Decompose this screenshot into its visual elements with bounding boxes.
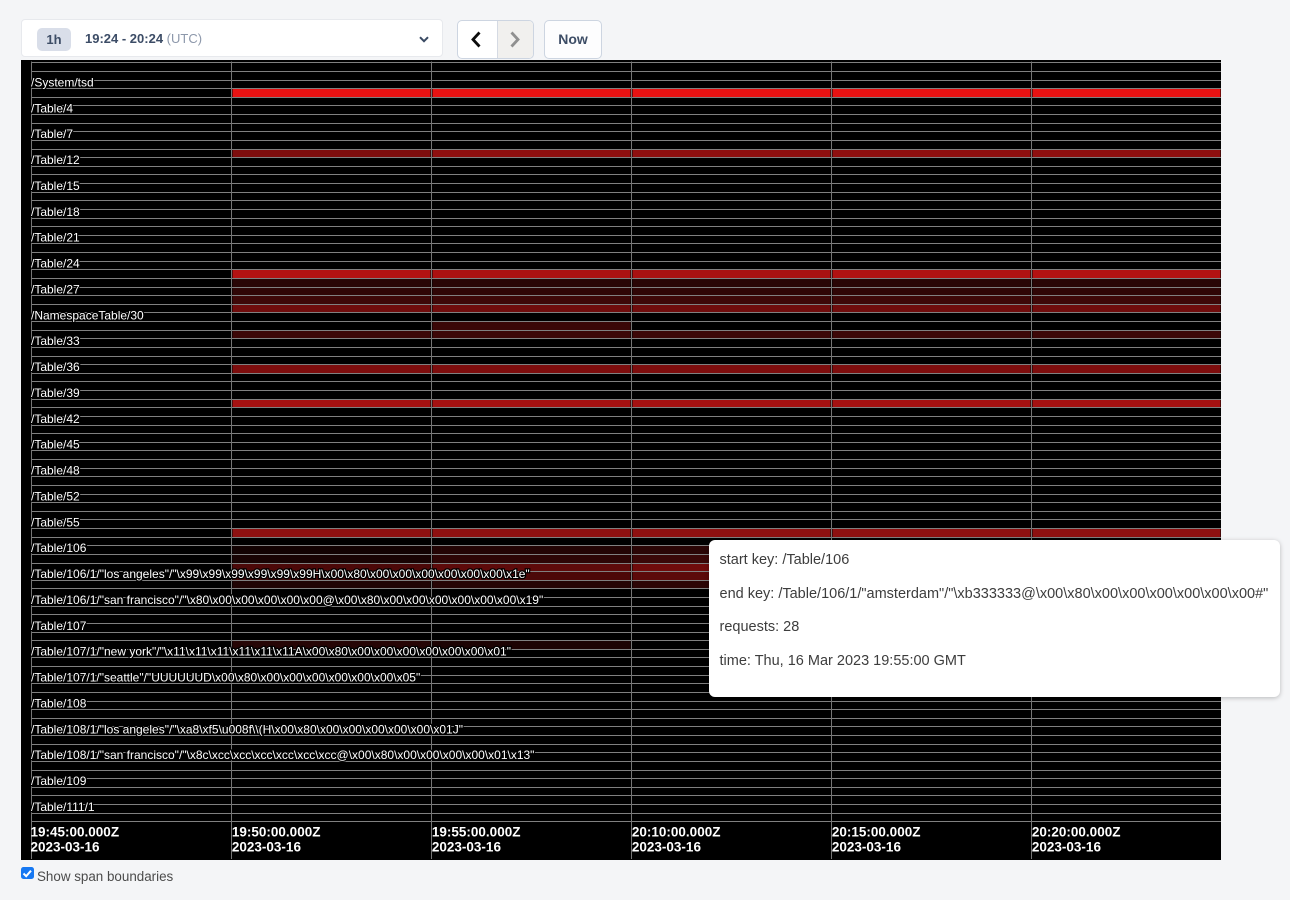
svg-text:2023-03-16: 2023-03-16	[1032, 839, 1102, 854]
svg-text:20:20:00.000Z: 20:20:00.000Z	[1032, 824, 1121, 839]
svg-text:/Table/18: /Table/18	[31, 205, 80, 219]
svg-text:/Table/45: /Table/45	[31, 438, 80, 452]
svg-text:19:55:00.000Z: 19:55:00.000Z	[432, 824, 521, 839]
svg-text:/Table/42: /Table/42	[31, 412, 80, 426]
svg-text:2023-03-16: 2023-03-16	[832, 839, 902, 854]
svg-text:/Table/39: /Table/39	[31, 386, 80, 400]
svg-text:/Table/109: /Table/109	[31, 774, 87, 788]
svg-text:/Table/108/1/"los angeles"/"\x: /Table/108/1/"los angeles"/"\xa8\xf5\u00…	[31, 722, 463, 736]
svg-text:/NamespaceTable/30: /NamespaceTable/30	[31, 308, 144, 322]
svg-text:/Table/48: /Table/48	[31, 464, 80, 478]
svg-text:/Table/108/1/"san francisco"/": /Table/108/1/"san francisco"/"\x8c\xcc\x…	[31, 748, 534, 762]
svg-text:/Table/106/1/"los angeles"/"\x: /Table/106/1/"los angeles"/"\x99\x99\x99…	[31, 567, 530, 581]
svg-text:/Table/15: /Table/15	[31, 179, 80, 193]
svg-text:/Table/36: /Table/36	[31, 360, 80, 374]
svg-text:/Table/107/1/"seattle"/"UUUUUU: /Table/107/1/"seattle"/"UUUUUUD\x00\x80\…	[31, 671, 420, 685]
svg-text:/Table/111/1: /Table/111/1	[31, 800, 95, 814]
svg-text:2023-03-16: 2023-03-16	[432, 839, 502, 854]
svg-text:/Table/106: /Table/106	[31, 541, 87, 555]
svg-text:/Table/21: /Table/21	[31, 231, 80, 245]
svg-text:/Table/4: /Table/4	[31, 101, 73, 115]
svg-text:/Table/106/1/"san francisco"/": /Table/106/1/"san francisco"/"\x80\x00\x…	[31, 593, 543, 607]
svg-text:20:10:00.000Z: 20:10:00.000Z	[632, 824, 721, 839]
svg-text:/Table/27: /Table/27	[31, 282, 80, 296]
svg-text:19:50:00.000Z: 19:50:00.000Z	[232, 824, 321, 839]
svg-text:2023-03-16: 2023-03-16	[632, 839, 702, 854]
svg-text:19:45:00.000Z: 19:45:00.000Z	[31, 824, 120, 839]
svg-text:/Table/52: /Table/52	[31, 489, 80, 503]
svg-text:/Table/12: /Table/12	[31, 153, 80, 167]
svg-text:/Table/24: /Table/24	[31, 257, 80, 271]
svg-text:/Table/107: /Table/107	[31, 619, 87, 633]
svg-text:20:15:00.000Z: 20:15:00.000Z	[832, 824, 921, 839]
svg-text:/Table/108: /Table/108	[31, 696, 87, 710]
svg-text:/Table/107/1/"new york"/"\x11\: /Table/107/1/"new york"/"\x11\x11\x11\x1…	[31, 645, 511, 659]
svg-text:2023-03-16: 2023-03-16	[232, 839, 302, 854]
svg-text:/System/tsd: /System/tsd	[31, 75, 94, 89]
svg-text:/Table/33: /Table/33	[31, 334, 80, 348]
svg-text:/Table/55: /Table/55	[31, 515, 80, 529]
svg-text:2023-03-16: 2023-03-16	[31, 839, 101, 854]
svg-text:/Table/7: /Table/7	[31, 127, 73, 141]
